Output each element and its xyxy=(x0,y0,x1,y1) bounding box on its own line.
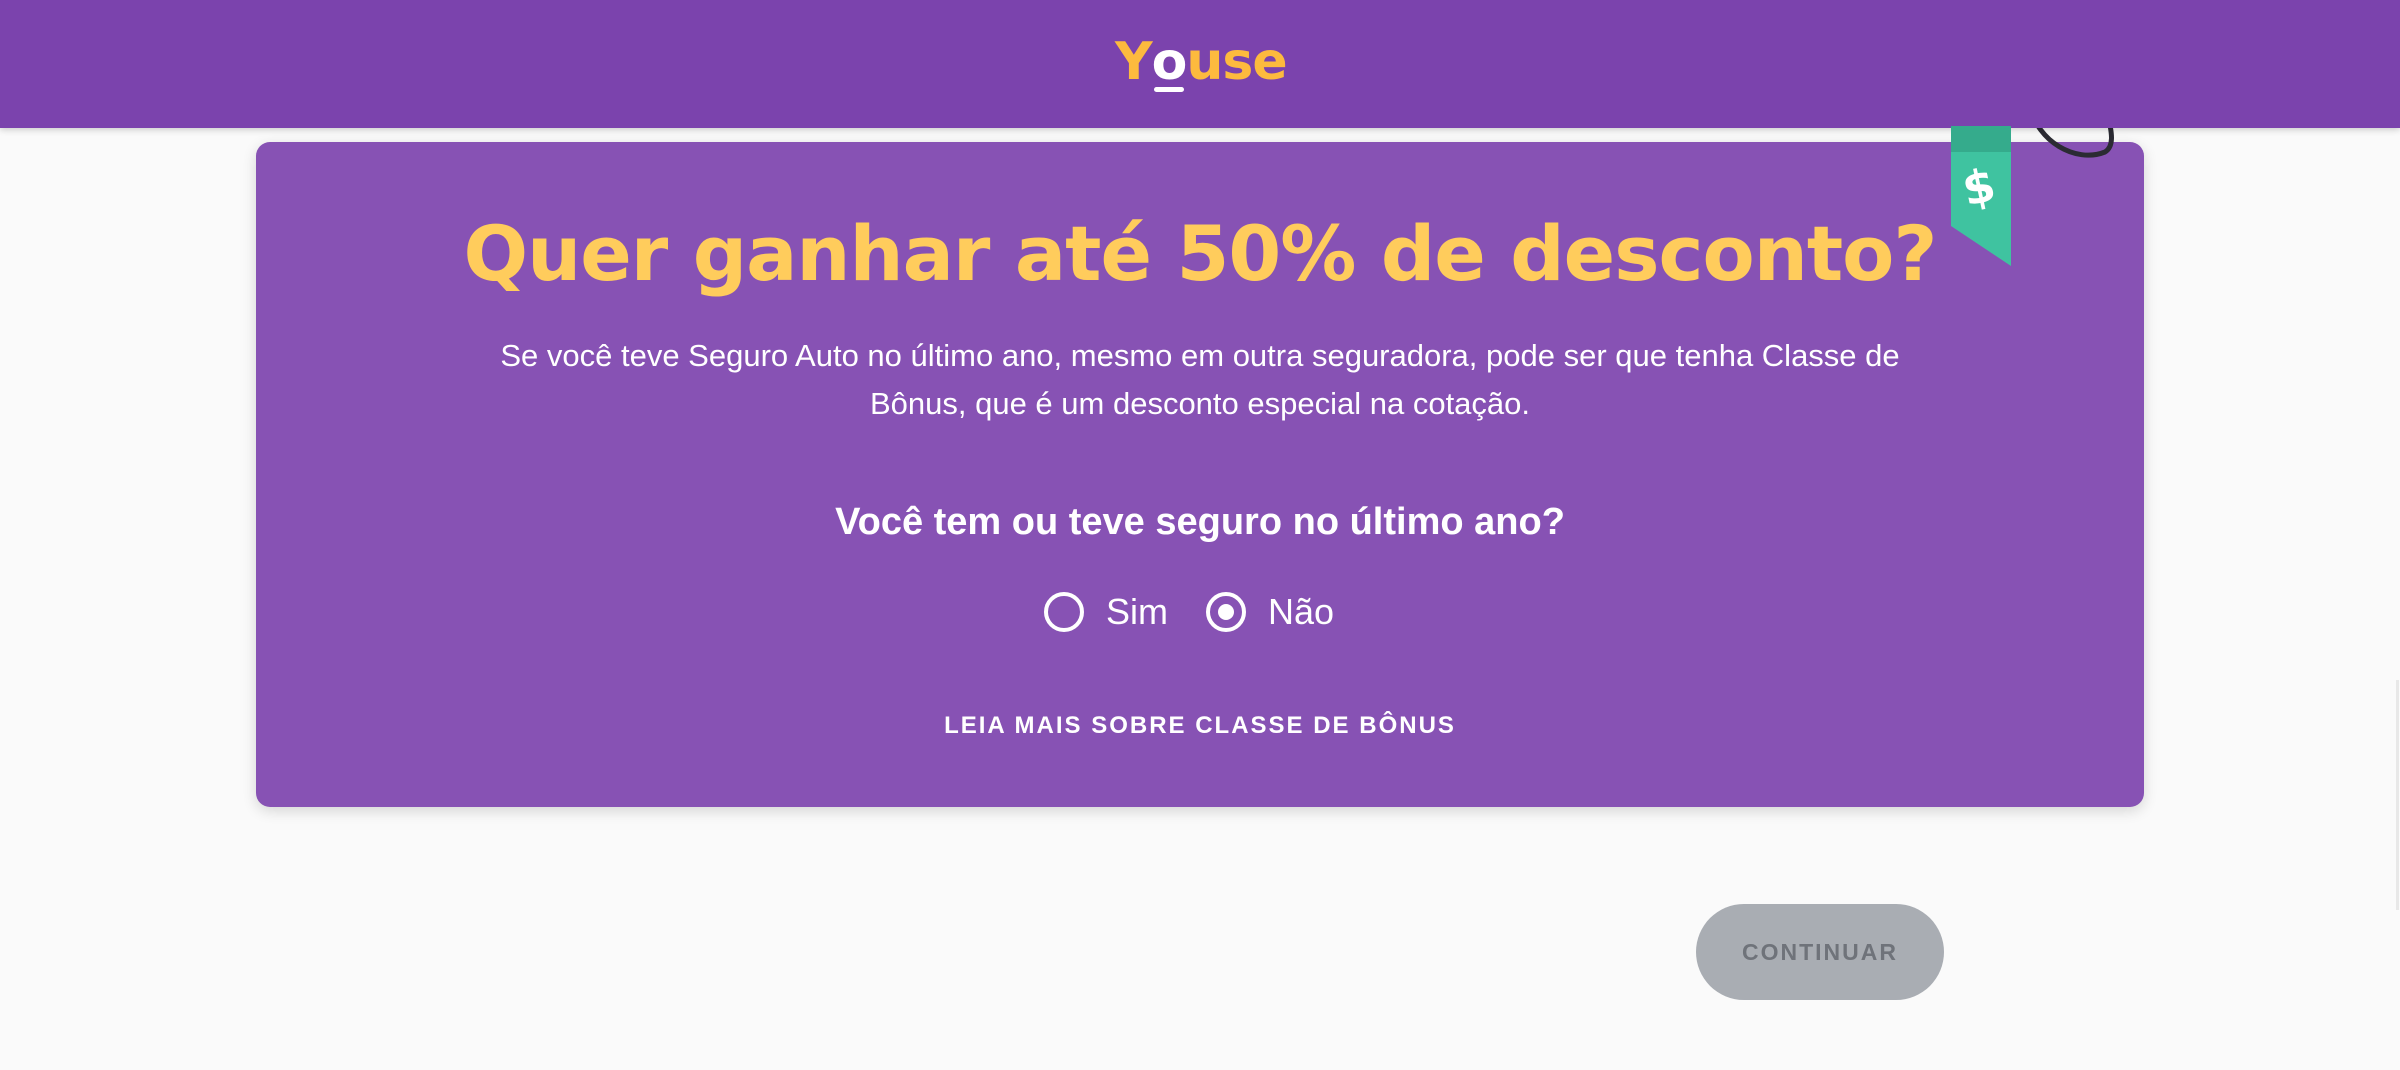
logo-letter-o: o xyxy=(1151,32,1187,92)
insurance-radio-group: Sim Não xyxy=(256,587,2144,637)
radio-nao-circle[interactable] xyxy=(1206,592,1246,632)
logo-letter-y: Y xyxy=(1115,32,1153,92)
logo-letters-use: use xyxy=(1186,32,1287,92)
radio-nao-label[interactable]: Não xyxy=(1268,587,1334,637)
radio-option-sim[interactable]: Sim xyxy=(1044,587,1168,637)
radio-sim-label[interactable]: Sim xyxy=(1106,587,1168,637)
page-scrollbar[interactable] xyxy=(2396,680,2399,910)
read-more-bonus-link[interactable]: LEIA MAIS SOBRE CLASSE DE BÔNUS xyxy=(256,710,2144,742)
insurance-question: Você tem ou teve seguro no último ano? xyxy=(835,501,1565,543)
discount-card: Quer ganhar até 50% de desconto? Se você… xyxy=(256,142,2144,807)
youse-logo[interactable]: Youse xyxy=(1115,30,1288,100)
radio-sim-circle[interactable] xyxy=(1044,592,1084,632)
radio-option-nao[interactable]: Não xyxy=(1206,587,1334,637)
discount-title: Quer ganhar até 50% de desconto? xyxy=(463,209,1938,298)
dollar-price-tag-icon: $ xyxy=(1951,126,2011,266)
continue-button[interactable]: CONTINUAR xyxy=(1696,904,1944,1000)
discount-description: Se você teve Seguro Auto no último ano, … xyxy=(500,338,1900,421)
top-header: Youse xyxy=(0,0,2400,128)
